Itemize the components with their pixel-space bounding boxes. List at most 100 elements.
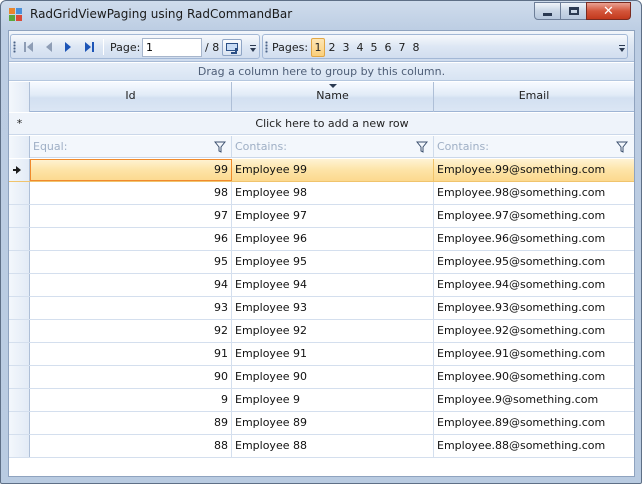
cell-email[interactable]: Employee.98@something.com bbox=[434, 182, 634, 204]
table-row[interactable]: 92 Employee 92 Employee.92@something.com bbox=[9, 320, 634, 343]
page-button-4[interactable]: 4 bbox=[353, 38, 367, 57]
column-header-email[interactable]: Email bbox=[434, 82, 634, 112]
table-row[interactable]: 90 Employee 90 Employee.90@something.com bbox=[9, 366, 634, 389]
cell-name[interactable]: Employee 89 bbox=[232, 412, 434, 434]
filter-icon[interactable] bbox=[416, 141, 428, 153]
cell-email[interactable]: Employee.92@something.com bbox=[434, 320, 634, 342]
table-row[interactable]: 97 Employee 97 Employee.97@something.com bbox=[9, 205, 634, 228]
data-rows: 99 Employee 99 Employee.99@something.com 98… bbox=[9, 159, 634, 458]
row-indicator-cell[interactable] bbox=[9, 435, 30, 457]
cell-name[interactable]: Employee 90 bbox=[232, 366, 434, 388]
row-indicator-cell[interactable] bbox=[9, 205, 30, 227]
overflow-icon[interactable] bbox=[618, 41, 626, 55]
cell-email[interactable]: Employee.89@something.com bbox=[434, 412, 634, 434]
cell-name[interactable]: Employee 99 bbox=[232, 159, 434, 181]
strip-grip-icon[interactable] bbox=[13, 41, 16, 53]
cell-name[interactable]: Employee 96 bbox=[232, 228, 434, 250]
table-row[interactable]: 95 Employee 95 Employee.95@something.com bbox=[9, 251, 634, 274]
cell-email[interactable]: Employee.88@something.com bbox=[434, 435, 634, 457]
filter-icon[interactable] bbox=[214, 141, 226, 153]
page-button-7[interactable]: 7 bbox=[395, 38, 409, 57]
cell-email[interactable]: Employee.94@something.com bbox=[434, 274, 634, 296]
cell-id[interactable]: 9 bbox=[30, 389, 232, 411]
cell-id[interactable]: 94 bbox=[30, 274, 232, 296]
cell-id[interactable]: 93 bbox=[30, 297, 232, 319]
filter-icon[interactable] bbox=[616, 141, 628, 153]
page-button-6[interactable]: 6 bbox=[381, 38, 395, 57]
page-number-input[interactable] bbox=[142, 38, 202, 57]
row-indicator-cell[interactable] bbox=[9, 228, 30, 250]
cell-name[interactable]: Employee 95 bbox=[232, 251, 434, 273]
cell-email[interactable]: Employee.9@something.com bbox=[434, 389, 634, 411]
cell-name[interactable]: Employee 92 bbox=[232, 320, 434, 342]
overflow-icon[interactable] bbox=[249, 41, 257, 55]
first-page-button[interactable] bbox=[21, 40, 35, 54]
table-row[interactable]: 9 Employee 9 Employee.9@something.com bbox=[9, 389, 634, 412]
cell-email[interactable]: Employee.97@something.com bbox=[434, 205, 634, 227]
cell-name[interactable]: Employee 94 bbox=[232, 274, 434, 296]
cell-email[interactable]: Employee.91@something.com bbox=[434, 343, 634, 365]
page-button-5[interactable]: 5 bbox=[367, 38, 381, 57]
go-to-page-button[interactable] bbox=[222, 39, 242, 56]
row-indicator-cell[interactable] bbox=[9, 274, 30, 296]
table-row[interactable]: 91 Employee 91 Employee.91@something.com bbox=[9, 343, 634, 366]
row-indicator-cell[interactable] bbox=[9, 343, 30, 365]
page-button-2[interactable]: 2 bbox=[325, 38, 339, 57]
cell-name[interactable]: Employee 98 bbox=[232, 182, 434, 204]
cell-name[interactable]: Employee 93 bbox=[232, 297, 434, 319]
page-button-1[interactable]: 1 bbox=[311, 38, 325, 57]
cell-id[interactable]: 99 bbox=[30, 159, 232, 181]
page-button-8[interactable]: 8 bbox=[409, 38, 423, 57]
row-indicator-cell[interactable] bbox=[9, 320, 30, 342]
cell-email[interactable]: Employee.96@something.com bbox=[434, 228, 634, 250]
cell-id[interactable]: 98 bbox=[30, 182, 232, 204]
last-page-button[interactable] bbox=[82, 40, 96, 54]
row-indicator-cell[interactable] bbox=[9, 412, 30, 434]
cell-name[interactable]: Employee 91 bbox=[232, 343, 434, 365]
row-indicator-cell[interactable] bbox=[9, 389, 30, 411]
table-row[interactable]: 98 Employee 98 Employee.98@something.com bbox=[9, 182, 634, 205]
table-row[interactable]: 93 Employee 93 Employee.93@something.com bbox=[9, 297, 634, 320]
filter-cell-name[interactable]: Contains: bbox=[232, 136, 434, 158]
table-row[interactable]: 88 Employee 88 Employee.88@something.com bbox=[9, 435, 634, 458]
cell-id[interactable]: 90 bbox=[30, 366, 232, 388]
row-indicator-cell[interactable] bbox=[9, 182, 30, 204]
cell-email[interactable]: Employee.90@something.com bbox=[434, 366, 634, 388]
cell-id[interactable]: 95 bbox=[30, 251, 232, 273]
row-indicator-cell[interactable] bbox=[9, 159, 30, 181]
table-row[interactable]: 94 Employee 94 Employee.94@something.com bbox=[9, 274, 634, 297]
cell-id[interactable]: 97 bbox=[30, 205, 232, 227]
cell-email[interactable]: Employee.95@something.com bbox=[434, 251, 634, 273]
group-panel[interactable]: Drag a column here to group by this colu… bbox=[9, 63, 634, 81]
column-header-name[interactable]: Name bbox=[232, 82, 434, 112]
filter-operator-name: Contains: bbox=[235, 140, 287, 153]
next-page-button[interactable] bbox=[61, 40, 75, 54]
maximize-button[interactable] bbox=[560, 2, 587, 20]
filter-cell-email[interactable]: Contains: bbox=[434, 136, 634, 158]
cell-id[interactable]: 88 bbox=[30, 435, 232, 457]
table-row[interactable]: 96 Employee 96 Employee.96@something.com bbox=[9, 228, 634, 251]
close-button[interactable]: ✕ bbox=[586, 2, 631, 20]
cell-name[interactable]: Employee 88 bbox=[232, 435, 434, 457]
add-new-row[interactable]: * Click here to add a new row bbox=[9, 113, 634, 135]
cell-name[interactable]: Employee 97 bbox=[232, 205, 434, 227]
cell-name[interactable]: Employee 9 bbox=[232, 389, 434, 411]
cell-email[interactable]: Employee.99@something.com bbox=[434, 159, 634, 181]
row-indicator-cell[interactable] bbox=[9, 251, 30, 273]
filter-cell-id[interactable]: Equal: bbox=[30, 136, 232, 158]
table-row[interactable]: 99 Employee 99 Employee.99@something.com bbox=[9, 159, 634, 182]
table-row[interactable]: 89 Employee 89 Employee.89@something.com bbox=[9, 412, 634, 435]
cell-id[interactable]: 89 bbox=[30, 412, 232, 434]
previous-page-button[interactable] bbox=[42, 40, 56, 54]
cell-id[interactable]: 91 bbox=[30, 343, 232, 365]
title-bar[interactable]: RadGridViewPaging using RadCommandBar ✕ bbox=[1, 1, 641, 29]
cell-id[interactable]: 92 bbox=[30, 320, 232, 342]
cell-email[interactable]: Employee.93@something.com bbox=[434, 297, 634, 319]
row-indicator-cell[interactable] bbox=[9, 366, 30, 388]
minimize-button[interactable] bbox=[534, 2, 561, 20]
strip-grip-icon[interactable] bbox=[265, 41, 268, 53]
page-button-3[interactable]: 3 bbox=[339, 38, 353, 57]
row-indicator-cell[interactable] bbox=[9, 297, 30, 319]
cell-id[interactable]: 96 bbox=[30, 228, 232, 250]
column-header-id[interactable]: Id bbox=[30, 82, 232, 112]
